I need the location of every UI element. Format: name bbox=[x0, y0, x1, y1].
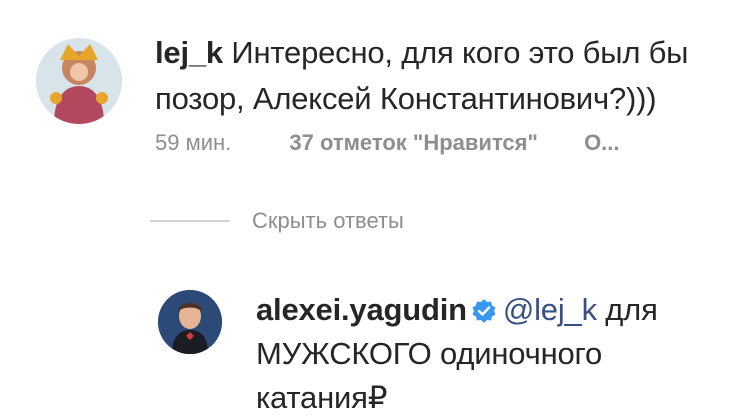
comment: lej_k Интересно, для кого это был бы поз… bbox=[0, 0, 730, 180]
reply-comment: alexei.yagudin @lej_k для МУЖСКОГО одино… bbox=[0, 280, 730, 415]
avatar[interactable] bbox=[36, 38, 122, 124]
verified-badge-icon bbox=[472, 299, 496, 323]
comment-username[interactable]: lej_k bbox=[155, 35, 223, 70]
likes-count[interactable]: 37 отметок "Нравится" bbox=[289, 130, 538, 156]
reply-text-block: alexei.yagudin @lej_k для МУЖСКОГО одино… bbox=[256, 288, 716, 420]
hide-replies-label: Скрыть ответы bbox=[252, 208, 404, 233]
comment-text: Интересно, для кого это был бы позор, Ал… bbox=[155, 35, 689, 116]
avatar[interactable] bbox=[158, 290, 222, 354]
comment-time: 59 мин. bbox=[155, 130, 232, 155]
reply-username[interactable]: alexei.yagudin bbox=[256, 292, 467, 327]
hide-replies-button[interactable]: Скрыть ответы bbox=[150, 208, 404, 234]
mention-link[interactable]: @lej_k bbox=[503, 292, 597, 327]
divider-line bbox=[150, 220, 230, 222]
reply-button[interactable]: О... bbox=[584, 130, 619, 156]
comment-text-block: lej_k Интересно, для кого это был бы поз… bbox=[155, 30, 715, 122]
comment-meta: 59 мин. 37 отметок "Нравится" О... bbox=[155, 130, 620, 156]
